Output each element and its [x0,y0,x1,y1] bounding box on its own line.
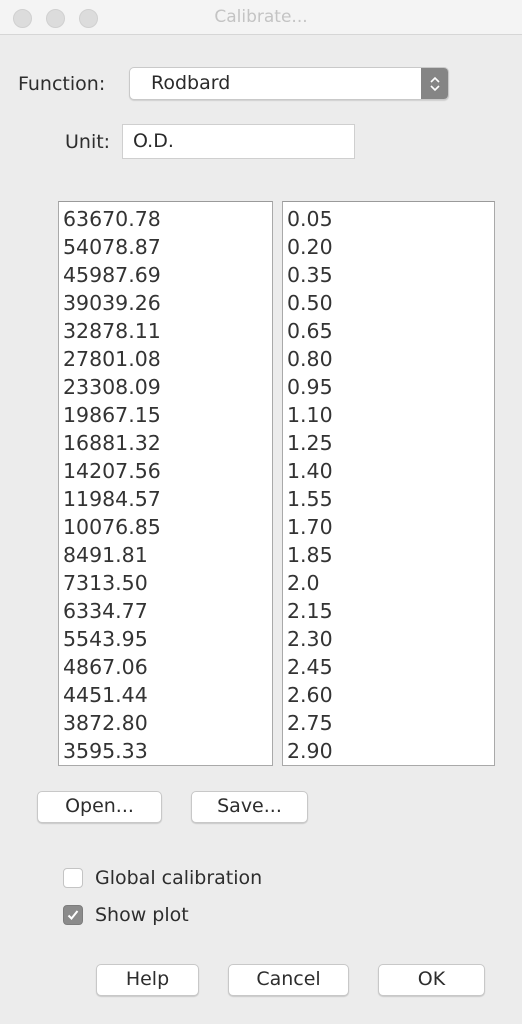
calibrated-value-line: 2.60 [287,683,333,707]
global-calibration-checkbox[interactable] [63,868,83,888]
calibrated-value-line: 2.75 [287,711,333,735]
measured-value-line: 19867.15 [63,403,161,427]
open-button[interactable]: Open... [37,791,162,823]
calibrate-dialog: Calibrate... Function: Rodbard Unit: O.D… [0,0,522,1024]
show-plot-option[interactable]: Show plot [63,903,189,927]
calibrated-value-line: 0.05 [287,207,333,231]
calibrated-value-line: 0.65 [287,319,333,343]
measured-value-line: 54078.87 [63,235,161,259]
calibrated-values-list: 0.05 0.20 0.35 0.50 0.65 0.80 0.95 1.10 1.25 1.40… [287,205,333,765]
calibrated-value-line: 1.70 [287,515,333,539]
measured-value-line: 23308.09 [63,375,161,399]
global-calibration-option[interactable]: Global calibration [63,866,262,890]
measured-value-line: 6334.77 [63,599,148,623]
measured-value-line: 4867.06 [63,655,148,679]
measured-value-line: 11984.57 [63,487,161,511]
calibrated-value-line: 0.80 [287,347,333,371]
calibrated-value-line: 2.30 [287,627,333,651]
calibrated-value-line: 2.0 [287,571,320,595]
unit-label: Unit: [65,131,111,153]
function-select[interactable]: Rodbard [129,67,449,100]
calibrated-value-line: 1.10 [287,403,333,427]
calibrated-value-line: 2.90 [287,739,333,763]
calibrated-value-line: 1.25 [287,431,333,455]
measured-value-line: 16881.32 [63,431,161,455]
measured-value-line: 5543.95 [63,627,148,651]
measured-value-line: 14207.56 [63,459,161,483]
measured-value-line: 27801.08 [63,347,161,371]
measured-value-line: 32878.11 [63,319,161,343]
measured-values-textarea[interactable]: 63670.78 54078.87 45987.69 39039.26 32878.11… [58,201,273,766]
calibrated-value-line: 2.45 [287,655,333,679]
calibrated-value-line: 0.50 [287,291,333,315]
measured-value-line: 3872.80 [63,711,148,735]
calibrated-value-line: 1.55 [287,487,333,511]
measured-values-list: 63670.78 54078.87 45987.69 39039.26 32878.11… [63,205,161,765]
calibrated-value-line: 1.40 [287,459,333,483]
global-calibration-label: Global calibration [95,867,263,889]
measured-value-line: 3595.33 [63,739,148,763]
show-plot-checkbox[interactable] [63,905,83,925]
calibrated-values-textarea[interactable]: 0.05 0.20 0.35 0.50 0.65 0.80 0.95 1.10 1.25 1.40… [282,201,495,766]
measured-value-line: 4451.44 [63,683,148,707]
measured-value-line: 45987.69 [63,263,161,287]
function-select-value: Rodbard [151,72,231,94]
title-bar: Calibrate... [0,0,522,35]
measured-value-line: 10076.85 [63,515,161,539]
measured-value-line: 63670.78 [63,207,161,231]
measured-value-line: 8491.81 [63,543,148,567]
up-down-chevron-icon [421,68,448,99]
measured-value-line: 39039.26 [63,291,161,315]
window-title: Calibrate... [214,7,308,27]
calibrated-value-line: 0.20 [287,235,333,259]
calibrated-value-line: 0.95 [287,375,333,399]
function-label: Function: [18,73,106,95]
help-button[interactable]: Help [96,964,199,996]
checkmark-icon [67,910,79,920]
save-button[interactable]: Save... [191,791,308,823]
calibrated-value-line: 1.85 [287,543,333,567]
show-plot-label: Show plot [95,904,189,926]
calibrated-value-line: 0.35 [287,263,333,287]
unit-input[interactable]: O.D. [122,124,355,159]
calibrated-value-line: 2.15 [287,599,333,623]
cancel-button[interactable]: Cancel [228,964,349,996]
ok-button[interactable]: OK [378,964,485,996]
measured-value-line: 7313.50 [63,571,148,595]
